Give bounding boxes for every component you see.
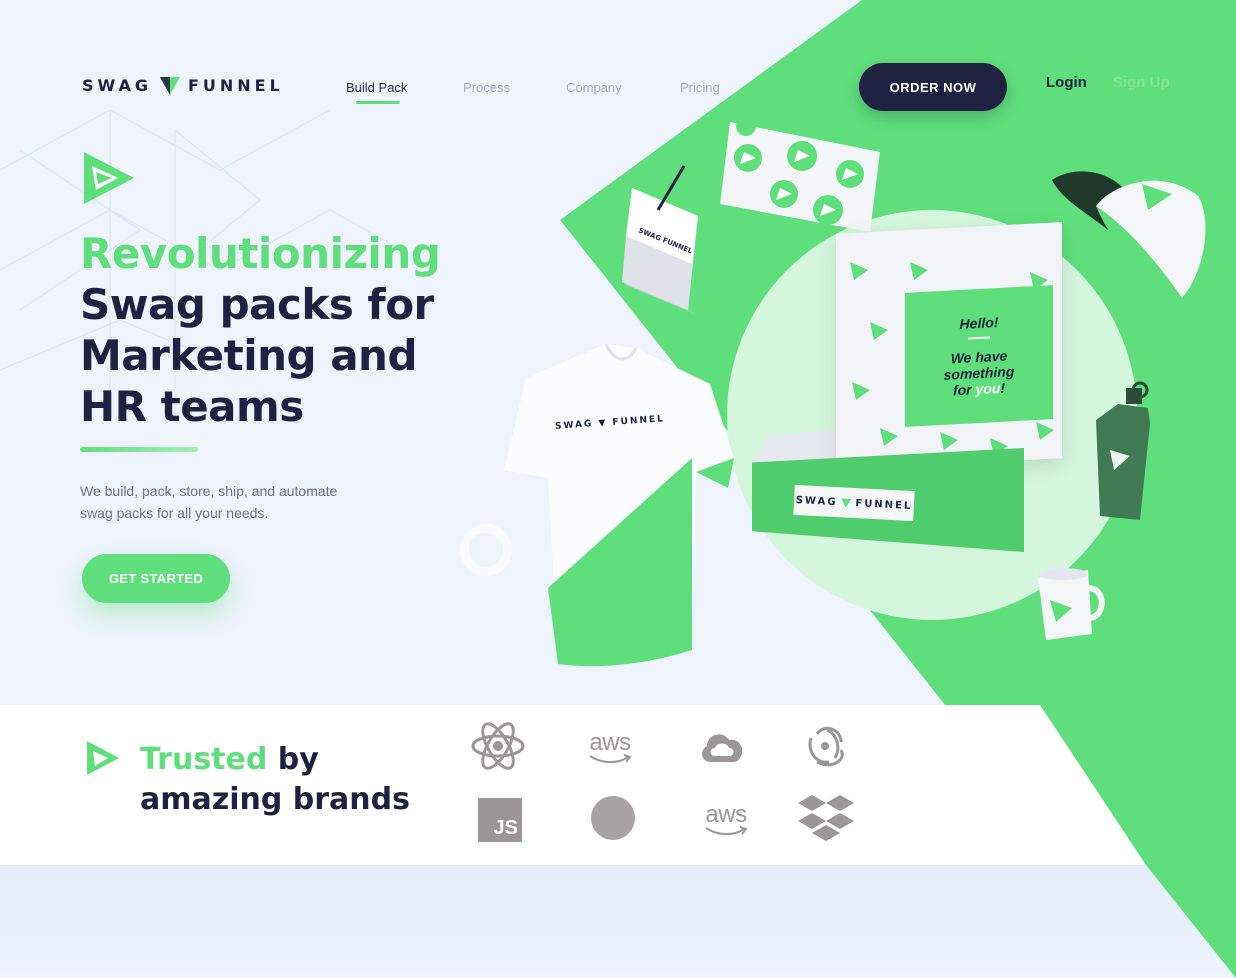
signup-link[interactable]: Sign Up [1113,74,1170,91]
nav-link-process[interactable]: Process [463,80,510,95]
tshirt-image [504,343,734,667]
box-label-triangle-icon [841,497,852,508]
triangle-funnel-icon [159,76,180,95]
box-card-line-3-prefix: for [952,381,976,399]
headline-line-1: Swag packs for [80,280,434,329]
mug-image [1038,568,1105,640]
headline-accent: Revolutionizing [80,229,441,278]
aws-logo-text: aws [589,729,631,756]
box-card-divider [968,336,990,340]
box-card-hello: Hello! [959,313,999,333]
bottom-fade [0,865,1236,978]
login-link[interactable]: Login [1046,74,1087,91]
headline-divider [80,447,198,452]
aws-logo-text: aws [705,801,747,828]
landing-page: SWAG FUNNEL Build Pack Process Company P… [0,0,1236,978]
aws-logo: aws [696,792,756,848]
sticker-sheet-image [720,116,880,232]
water-bottle-image [1096,381,1150,520]
js-logo-text: JS [478,798,522,842]
brand-logo[interactable]: SWAG FUNNEL [82,76,284,95]
box-message-card: Hello! We have something for you! [905,285,1053,427]
javascript-logo: JS [470,792,530,848]
trusted-heading: Trusted by amazing brands [140,740,460,820]
play-triangle-icon [84,152,134,204]
trusted-heading-rest: by [267,742,319,777]
hero-headline: Revolutionizing Swag packs for Marketing… [80,228,500,432]
order-now-button[interactable]: ORDER NOW [859,63,1007,111]
dropbox-icon [796,790,856,846]
nav-link-company[interactable]: Company [566,80,622,95]
react-icon [468,718,528,774]
hero-subtitle-line-1: We build, pack, store, ship, and automat… [80,483,338,499]
brand-name-right: FUNNEL [187,76,284,95]
trusted-heading-line-2: amazing brands [140,782,410,817]
notebook-image: SWAG FUNNEL [622,165,698,314]
hero-subtitle: We build, pack, store, ship, and automat… [80,480,410,524]
aws-logo: aws [580,720,640,776]
gray-circle-shape [591,796,635,840]
headline-line-2: Marketing and [80,331,418,380]
hero-subtitle-line-2: swag packs for all your needs. [80,505,269,521]
box-label-right: FUNNEL [855,497,913,512]
nav-active-indicator [356,101,400,104]
trusted-heading-accent: Trusted [140,742,268,777]
box-card-line-3-accent: you [975,379,1001,398]
redux-icon [794,718,854,774]
box-brand-label: SWAG FUNNEL [793,484,915,522]
cap-image [1052,171,1206,298]
get-started-button[interactable]: GET STARTED [82,554,230,603]
box-label-left: SWAG [795,494,838,508]
nav-link-pricing[interactable]: Pricing [680,80,720,95]
headline-line-3: HR teams [80,382,304,431]
nav-link-build-pack[interactable]: Build Pack [346,80,407,95]
brand-name-left: SWAG [82,76,152,95]
google-cloud-icon [692,720,752,776]
box-card-message: We have something for you! [944,347,1015,399]
gray-circle-logo [583,790,643,846]
play-triangle-icon [87,741,119,775]
box-card-line-3-suffix: ! [1000,379,1006,396]
